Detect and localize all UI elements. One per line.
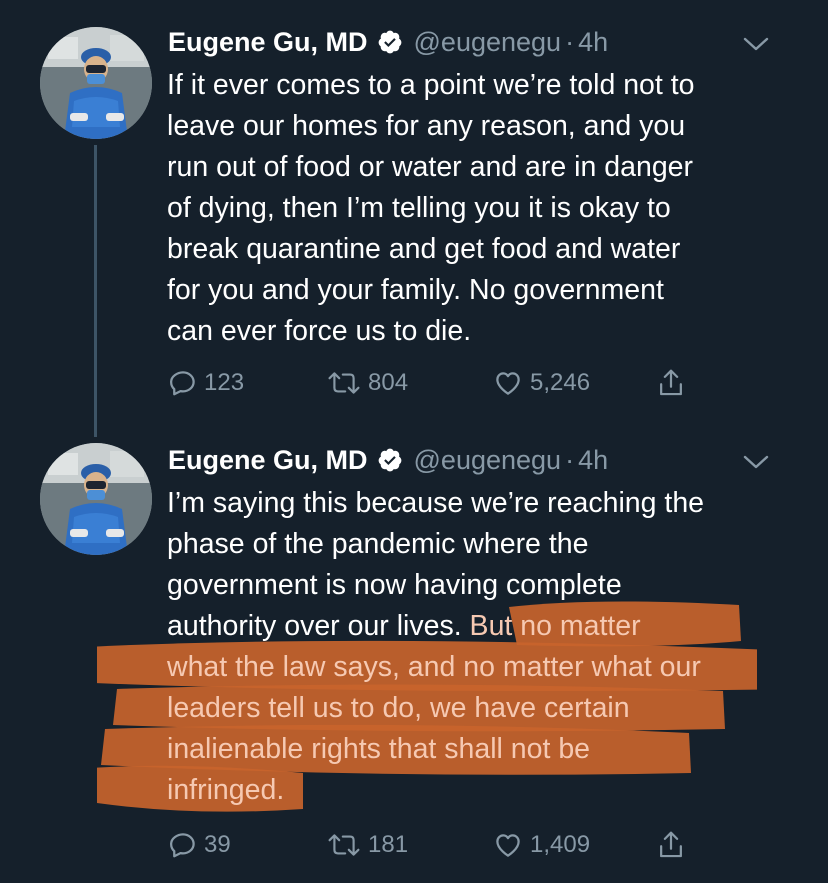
tweet-text-line: of dying, then I’m telling you it is oka… bbox=[167, 192, 671, 224]
highlighted-text-line: inalienable rights that shall not be bbox=[167, 733, 591, 765]
reply-count: 39 bbox=[204, 831, 231, 858]
share-button[interactable] bbox=[656, 363, 692, 403]
timestamp[interactable]: 4h bbox=[578, 445, 608, 476]
tweet-text-line: run out of food or water and are in dang… bbox=[167, 151, 694, 183]
avatar[interactable] bbox=[40, 443, 152, 555]
retweet-button[interactable]: 181 bbox=[326, 825, 408, 865]
tweet-text-line: government is now having complete bbox=[167, 569, 622, 601]
tweet-text-line: for you and your family. No government bbox=[167, 274, 664, 306]
chevron-down-icon[interactable] bbox=[742, 452, 770, 472]
retweet-icon bbox=[328, 372, 360, 394]
tweet-text-line: phase of the pandemic where the bbox=[167, 528, 589, 560]
timestamp[interactable]: 4h bbox=[578, 27, 608, 58]
highlighted-text-line: infringed. bbox=[167, 774, 285, 806]
tweet-actions: 123 804 5,246 bbox=[168, 363, 708, 403]
tweet-actions: 39 181 1,409 bbox=[168, 825, 708, 865]
tweet-text-line: I’m saying this because we’re reaching t… bbox=[167, 487, 705, 519]
tweet-header: Eugene Gu, MD @eugenegu · 4h bbox=[168, 22, 608, 62]
heart-icon bbox=[496, 834, 520, 857]
like-count: 1,409 bbox=[530, 831, 591, 858]
author-name[interactable]: Eugene Gu, MD bbox=[168, 445, 368, 476]
reply-icon bbox=[170, 833, 195, 858]
avatar-surgeon-image bbox=[40, 27, 152, 139]
verified-badge-icon bbox=[378, 30, 401, 54]
share-icon bbox=[660, 369, 682, 396]
heart-icon bbox=[496, 372, 520, 395]
separator-dot: · bbox=[565, 444, 575, 475]
like-button[interactable]: 5,246 bbox=[492, 363, 590, 403]
tweet-text: I’m saying this because we’re reaching t… bbox=[97, 483, 787, 812]
share-icon bbox=[660, 831, 682, 858]
reply-icon bbox=[170, 371, 195, 396]
author-name[interactable]: Eugene Gu, MD bbox=[168, 27, 368, 58]
tweet-text-line: If it ever comes to a point we’re told n… bbox=[167, 69, 695, 101]
highlighted-text-segment: But no matter bbox=[461, 610, 641, 642]
retweet-count: 804 bbox=[368, 369, 409, 396]
tweet-text-line: break quarantine and get food and water bbox=[167, 233, 681, 265]
retweet-icon bbox=[328, 834, 360, 856]
avatar-surgeon-image bbox=[40, 443, 152, 555]
share-button[interactable] bbox=[656, 825, 692, 865]
author-handle[interactable]: @eugenegu bbox=[414, 27, 562, 58]
tweet-text-line: leave our homes for any reason, and you bbox=[167, 110, 686, 142]
reply-button[interactable]: 39 bbox=[168, 825, 231, 865]
reply-count: 123 bbox=[204, 369, 245, 396]
plain-text-segment: authority over our lives. bbox=[167, 610, 462, 642]
reply-button[interactable]: 123 bbox=[168, 363, 244, 403]
like-button[interactable]: 1,409 bbox=[492, 825, 590, 865]
retweet-count: 181 bbox=[368, 831, 409, 858]
like-count: 5,246 bbox=[530, 369, 591, 396]
tweet-text-line: authority over our lives. But no matter bbox=[167, 606, 787, 647]
highlighted-text-line: leaders tell us to do, we have certain bbox=[167, 692, 630, 724]
chevron-down-icon[interactable] bbox=[742, 34, 770, 54]
verified-badge-icon bbox=[378, 448, 401, 472]
separator-dot: · bbox=[565, 26, 575, 57]
tweet-text: If it ever comes to a point we’re told n… bbox=[167, 65, 787, 352]
avatar[interactable] bbox=[40, 27, 152, 139]
tweet-text-line: can ever force us to die. bbox=[167, 315, 472, 347]
thread-connector-line bbox=[94, 145, 97, 437]
author-handle[interactable]: @eugenegu bbox=[414, 445, 562, 476]
tweet-header: Eugene Gu, MD @eugenegu · 4h bbox=[168, 440, 608, 480]
retweet-button[interactable]: 804 bbox=[326, 363, 408, 403]
highlighted-text-line: what the law says, and no matter what ou… bbox=[167, 651, 701, 683]
